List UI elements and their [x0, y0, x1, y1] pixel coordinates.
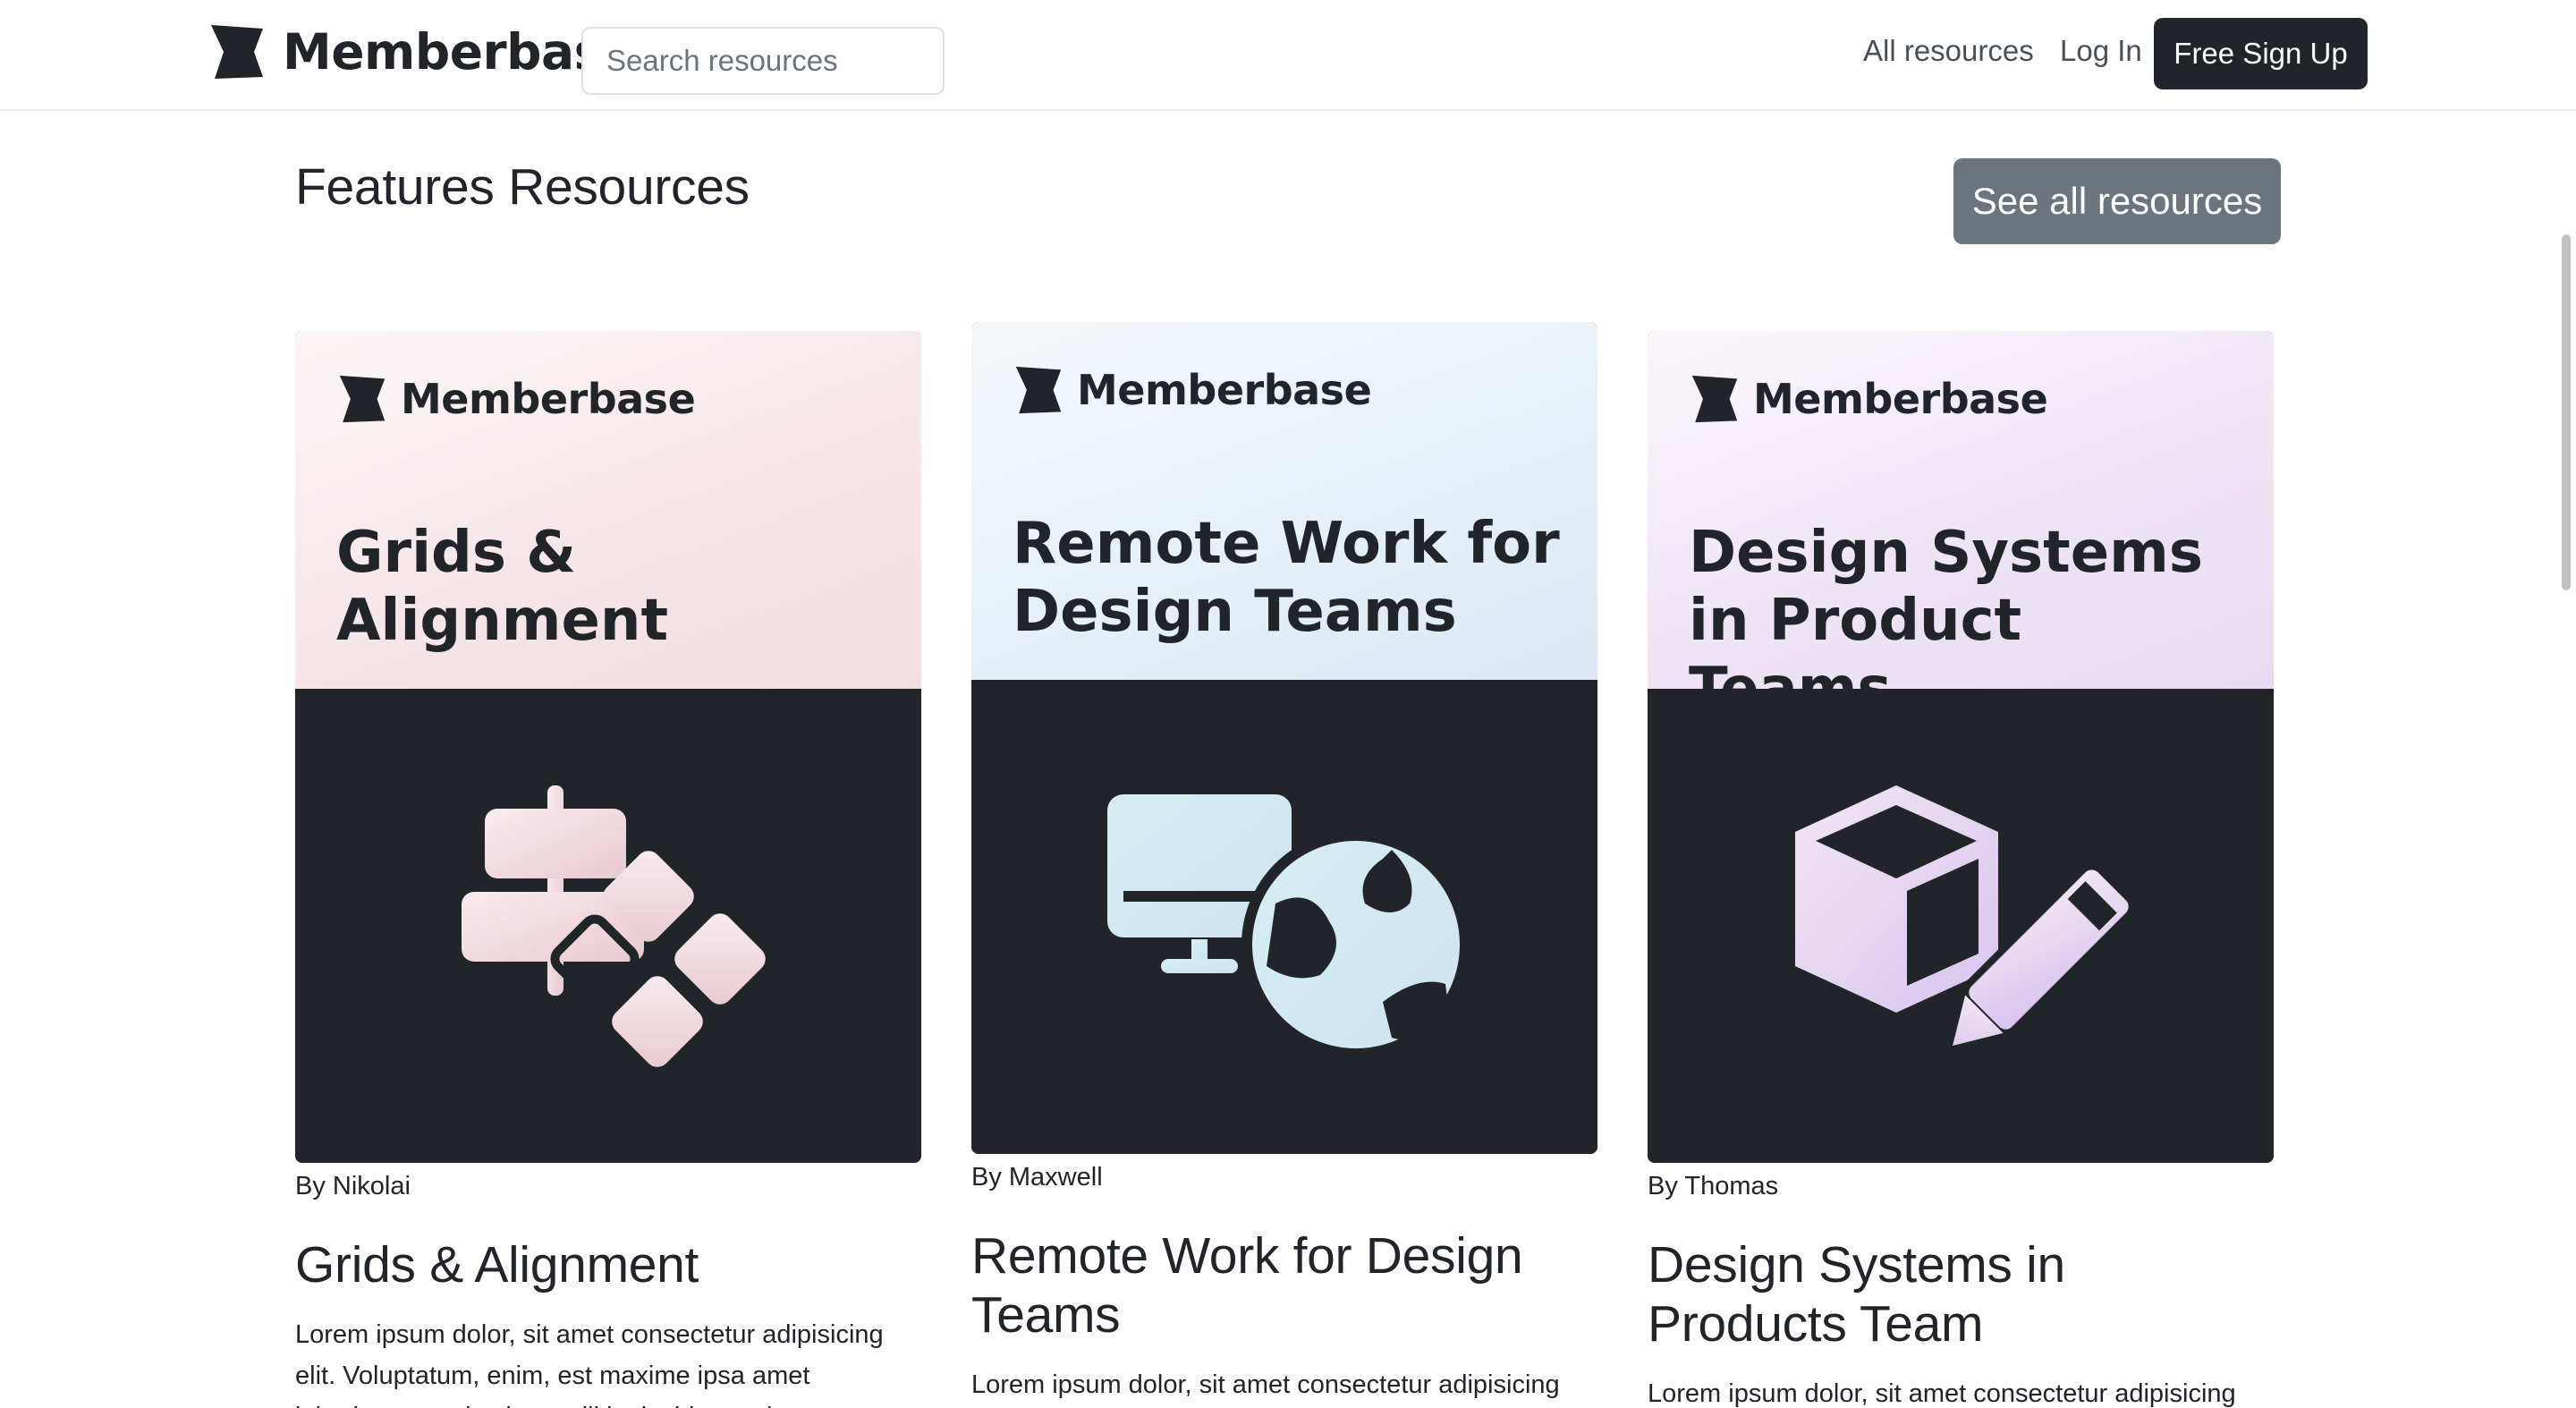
page-scrollbar[interactable] [2562, 234, 2571, 590]
cover-brand-name: Memberbase [1077, 366, 1372, 414]
cover-brand-name: Memberbase [1753, 375, 2048, 423]
cover-brand: Memberbase [1690, 374, 2048, 424]
card-cover-image[interactable]: Memberbase Remote Work for Design Teams [971, 322, 1597, 1154]
cover-art-panel [971, 680, 1597, 1154]
nav-all-resources-link[interactable]: All resources [1863, 34, 2034, 68]
card-author: By Nikolai [295, 1172, 411, 1200]
memberbase-logo-icon [1015, 366, 1062, 414]
cover-brand-name: Memberbase [401, 375, 696, 423]
card-title[interactable]: Design Systems in Products Team [1648, 1235, 2274, 1353]
cover-title: Grids & Alignment [336, 520, 669, 654]
resource-card[interactable]: Memberbase Grids & Alignment By Nikolai … [295, 331, 921, 1408]
brand-link[interactable]: Memberbase [209, 23, 636, 81]
cover-brand: Memberbase [338, 374, 696, 424]
card-title[interactable]: Remote Work for Design Teams [971, 1226, 1597, 1344]
monitor-globe-icon [1107, 794, 1470, 1059]
memberbase-logo-icon [1691, 375, 1738, 423]
section-title: Features Resources [295, 158, 750, 216]
cover-header: Memberbase Remote Work for Design Teams [971, 322, 1597, 680]
card-description: Lorem ipsum dolor, sit amet consectetur … [295, 1320, 884, 1408]
resource-card[interactable]: Memberbase Remote Work for Design Teams [971, 322, 1597, 1408]
cover-title: Remote Work for Design Teams [1013, 511, 1560, 645]
top-navbar: Memberbase All resources Log In Free Sig… [0, 0, 2576, 111]
card-description: Lorem ipsum dolor, sit amet consectetur … [971, 1370, 1560, 1399]
search-input[interactable] [581, 27, 945, 95]
free-signup-button[interactable]: Free Sign Up [2154, 18, 2368, 89]
cover-brand: Memberbase [1014, 365, 1372, 415]
alignment-shapes-icon [462, 785, 766, 1067]
cover-art-panel [295, 689, 921, 1163]
cube-pencil-icon [1795, 785, 2139, 1046]
card-title[interactable]: Grids & Alignment [295, 1235, 921, 1294]
cover-header: Memberbase Design Systems in Product Tea… [1648, 331, 2274, 722]
cover-header: Memberbase Grids & Alignment [295, 331, 921, 689]
nav-login-link[interactable]: Log In [2060, 34, 2142, 68]
card-author: By Maxwell [971, 1163, 1103, 1192]
cover-art-panel [1648, 689, 2274, 1163]
memberbase-logo-icon [339, 375, 386, 423]
card-cover-image[interactable]: Memberbase Grids & Alignment [295, 331, 921, 1163]
memberbase-logo-icon [211, 25, 263, 79]
card-cover-image[interactable]: Memberbase Design Systems in Product Tea… [1648, 331, 2274, 1163]
card-author: By Thomas [1648, 1172, 1779, 1200]
card-description: Lorem ipsum dolor, sit amet consectetur … [1648, 1379, 2236, 1408]
see-all-resources-button[interactable]: See all resources [1953, 158, 2281, 244]
resource-card[interactable]: Memberbase Design Systems in Product Tea… [1648, 331, 2274, 1408]
